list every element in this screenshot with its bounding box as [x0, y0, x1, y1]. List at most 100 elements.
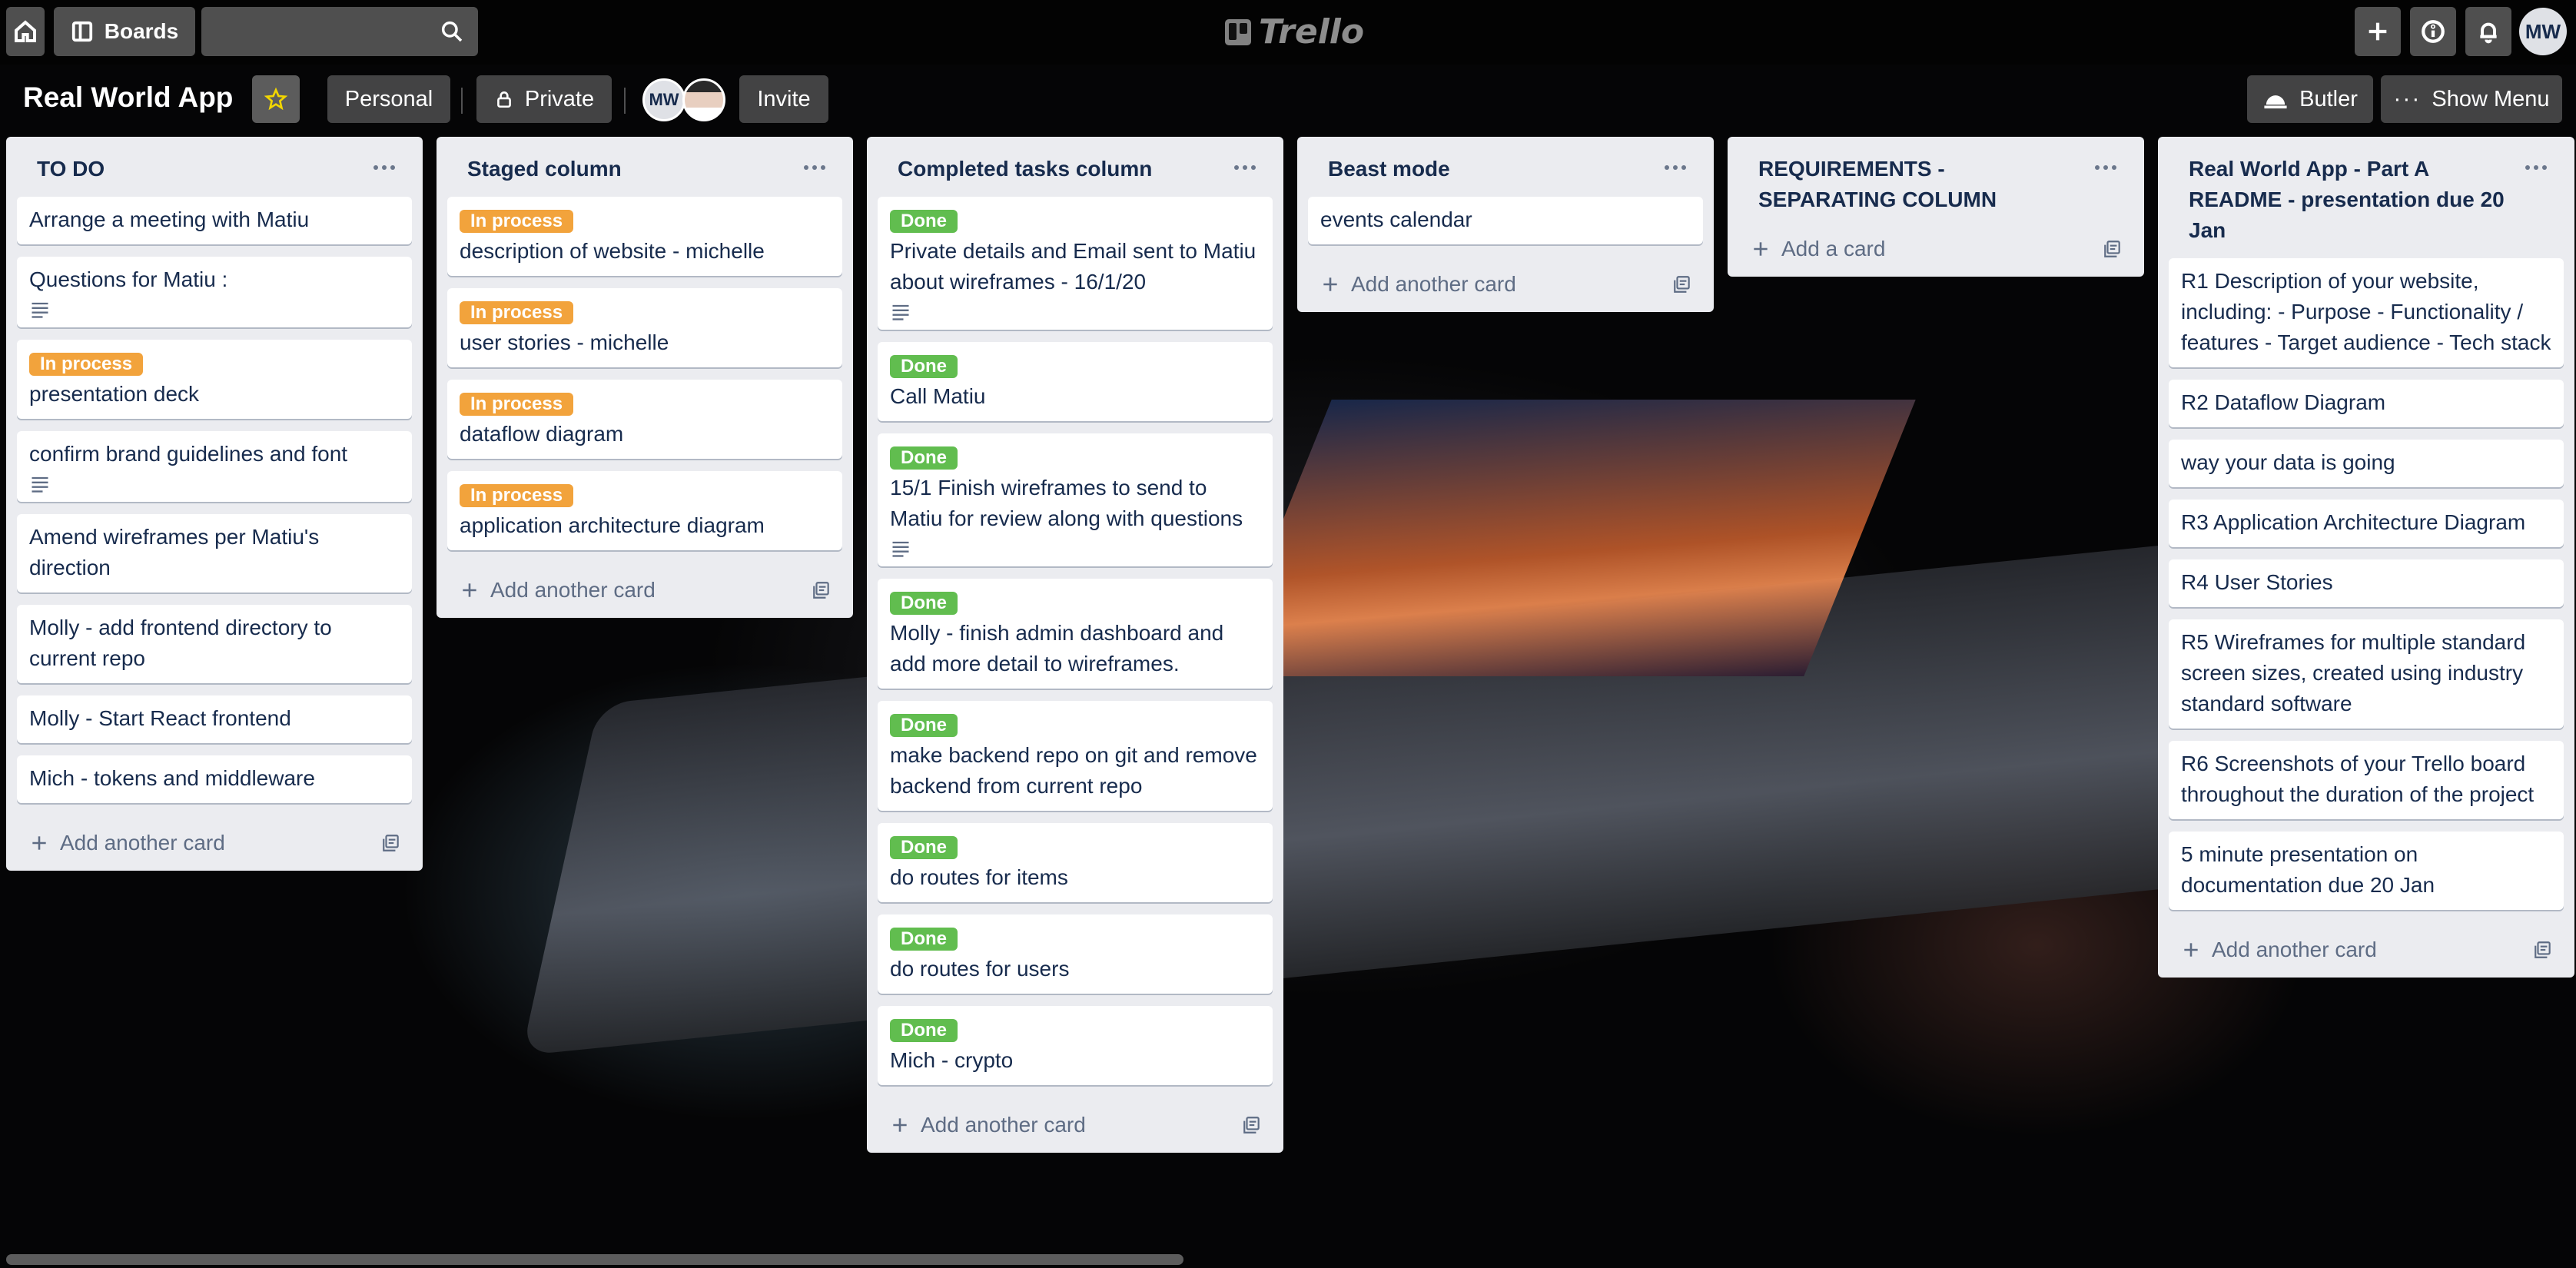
add-card-button[interactable]: Add another card [1320, 272, 1516, 297]
card[interactable]: events calendar [1308, 197, 1703, 244]
card-title: Private details and Email sent to Matiu … [890, 239, 1256, 294]
show-menu-button[interactable]: ··· Show Menu [2381, 75, 2562, 123]
member-avatar-photo[interactable] [682, 78, 725, 121]
card[interactable]: way your data is going [2169, 440, 2564, 487]
card[interactable]: Done do routes for items [878, 823, 1273, 902]
list-column[interactable]: Staged column In process description of we… [437, 137, 853, 618]
create-button[interactable] [2355, 7, 2401, 56]
add-card-label: Add another card [490, 578, 656, 602]
card[interactable]: Molly - add frontend directory to curren… [17, 605, 412, 683]
card[interactable]: In process application architecture diagr… [447, 471, 842, 550]
show-menu-label: Show Menu [2432, 86, 2550, 111]
info-button[interactable] [2410, 7, 2456, 56]
card-label: Done [890, 714, 958, 737]
add-card-row: Add another card [878, 1097, 1273, 1153]
butler-button[interactable]: Butler [2247, 75, 2373, 123]
list-title[interactable]: Staged column [447, 137, 842, 191]
card[interactable]: R2 Dataflow Diagram [2169, 380, 2564, 427]
add-card-button[interactable]: Add another card [2181, 938, 2377, 962]
privacy-button[interactable]: Private [476, 75, 612, 123]
add-card-button[interactable]: Add a card [1751, 237, 1885, 261]
list-column[interactable]: REQUIREMENTS - SEPARATING COLUMN Add a ca… [1728, 137, 2144, 277]
boards-button[interactable]: Boards [54, 7, 195, 56]
team-visibility-button[interactable]: Personal [327, 75, 450, 123]
notifications-button[interactable] [2465, 7, 2511, 56]
list-title[interactable]: REQUIREMENTS - SEPARATING COLUMN [1738, 137, 2133, 221]
card-template-icon[interactable] [812, 580, 832, 600]
card-title: Arrange a meeting with Matiu [29, 207, 310, 231]
card[interactable]: In process description of website - miche… [447, 197, 842, 276]
card[interactable]: Questions for Matiu : [17, 257, 412, 327]
card-title: make backend repo on git and remove back… [890, 743, 1257, 798]
header-divider [461, 88, 463, 114]
card[interactable]: Done Call Matiu [878, 342, 1273, 421]
card[interactable]: 5 minute presentation on documentation d… [2169, 832, 2564, 910]
home-button[interactable] [6, 7, 45, 56]
card[interactable]: Arrange a meeting with Matiu [17, 197, 412, 244]
add-card-button[interactable]: Add another card [890, 1113, 1086, 1137]
card-title: 5 minute presentation on documentation d… [2181, 842, 2435, 897]
list-title[interactable]: Real World App - Part A README - present… [2169, 137, 2564, 252]
card[interactable]: confirm brand guidelines and font [17, 431, 412, 502]
trello-logo[interactable]: Trello [1225, 12, 1364, 51]
list-menu-icon[interactable] [799, 154, 830, 181]
plus-icon [1754, 242, 1768, 256]
card-template-icon[interactable] [1242, 1115, 1262, 1135]
card-template-icon[interactable] [2533, 940, 2553, 960]
trello-logo-icon [1225, 18, 1251, 45]
horizontal-scrollbar[interactable] [6, 1254, 1183, 1265]
card-title: confirm brand guidelines and font [29, 442, 348, 466]
add-card-button[interactable]: Add another card [29, 831, 225, 855]
card[interactable]: R4 User Stories [2169, 559, 2564, 607]
list-title[interactable]: Completed tasks column [878, 137, 1273, 191]
list-title[interactable]: TO DO [17, 137, 412, 191]
member-avatar[interactable]: MW [642, 78, 685, 121]
card[interactable]: Done Private details and Email sent to Ma… [878, 197, 1273, 330]
card-template-icon[interactable] [381, 833, 401, 853]
list-column[interactable]: Real World App - Part A README - present… [2158, 137, 2574, 978]
list-title[interactable]: Beast mode [1308, 137, 1703, 191]
list-menu-icon[interactable] [1660, 154, 1691, 181]
card[interactable]: R1 Description of your website, includin… [2169, 258, 2564, 367]
card-title: R3 Application Architecture Diagram [2181, 510, 2526, 534]
plus-icon [463, 583, 476, 597]
card[interactable]: In process user stories - michelle [447, 288, 842, 367]
invite-button[interactable]: Invite [739, 75, 828, 123]
board-title[interactable]: Real World App [23, 81, 233, 114]
card[interactable]: Done Molly - finish admin dashboard and a… [878, 579, 1273, 689]
card-title: R6 Screenshots of your Trello board thro… [2181, 752, 2535, 806]
card[interactable]: In process presentation deck [17, 340, 412, 419]
card-title: R1 Description of your website, includin… [2181, 269, 2551, 354]
list-menu-icon[interactable] [369, 154, 400, 181]
list-column[interactable]: Beast mode events calendar Add another car… [1297, 137, 1714, 312]
user-avatar[interactable]: MW [2519, 8, 2567, 55]
list-menu-icon[interactable] [2521, 154, 2551, 181]
card-label: In process [460, 484, 574, 507]
add-card-button[interactable]: Add another card [460, 578, 656, 602]
card[interactable]: Amend wireframes per Matiu's direction [17, 514, 412, 593]
list-menu-icon[interactable] [2090, 154, 2121, 181]
card[interactable]: Done Mich - crypto [878, 1006, 1273, 1085]
star-board-button[interactable] [252, 75, 300, 123]
card[interactable]: In process dataflow diagram [447, 380, 842, 459]
card[interactable]: Done make backend repo on git and remove … [878, 701, 1273, 811]
list-menu-icon[interactable] [1230, 154, 1260, 181]
search-input[interactable] [201, 7, 478, 56]
card-label: In process [29, 353, 144, 376]
lock-icon [496, 91, 511, 108]
card[interactable]: R3 Application Architecture Diagram [2169, 500, 2564, 547]
card-label: Done [890, 210, 958, 233]
card[interactable]: Done 15/1 Finish wireframes to send to Ma… [878, 433, 1273, 566]
plus-icon [2369, 22, 2387, 41]
card[interactable]: R5 Wireframes for multiple standard scre… [2169, 619, 2564, 729]
team-visibility-label: Personal [344, 86, 433, 111]
card[interactable]: Molly - Start React frontend [17, 695, 412, 743]
card-template-icon[interactable] [2103, 239, 2123, 259]
card-template-icon[interactable] [1672, 274, 1692, 294]
card-label: In process [460, 210, 574, 233]
card[interactable]: Mich - tokens and middleware [17, 755, 412, 803]
list-column[interactable]: Completed tasks column Done Private detail… [867, 137, 1283, 1153]
card[interactable]: R6 Screenshots of your Trello board thro… [2169, 741, 2564, 819]
card[interactable]: Done do routes for users [878, 914, 1273, 994]
list-column[interactable]: TO DO Arrange a meeting with Matiu Questio… [6, 137, 423, 871]
